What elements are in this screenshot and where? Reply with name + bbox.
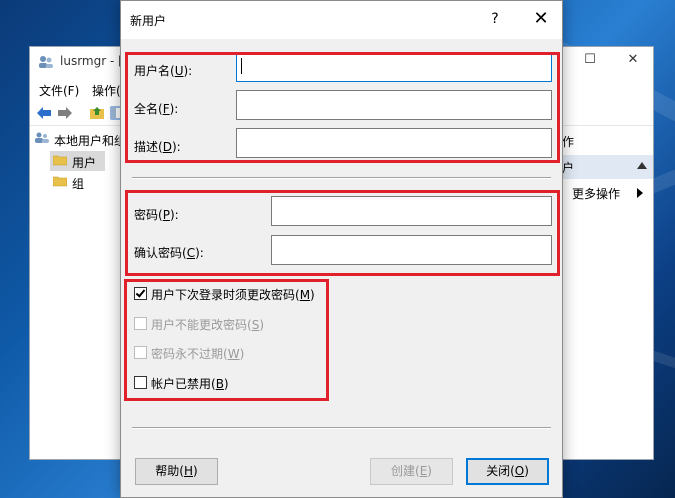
checkbox-label: 帐户已禁用(B) [151, 377, 229, 391]
tree-item-label: 组 [72, 177, 85, 191]
checkbox-account-disabled[interactable]: 帐户已禁用(B) [134, 374, 374, 392]
checkbox-box[interactable] [134, 346, 147, 359]
maximize-icon[interactable]: ☐ [583, 53, 597, 67]
password-input[interactable] [271, 196, 552, 226]
folder-icon [53, 155, 67, 166]
fullname-input[interactable] [236, 90, 552, 120]
dialog-titlebar: 新用户 ? ✕ [121, 1, 562, 39]
tree-item-groups[interactable]: 组 [50, 172, 105, 192]
checkbox-password-never-expires[interactable]: 密码永不过期(W) [134, 344, 374, 362]
actions-pane: 作 户 更多操作 [557, 129, 653, 459]
dialog-title: 新用户 [130, 14, 167, 28]
text-caret [241, 58, 242, 74]
checkbox-cannot-change-password[interactable]: 用户不能更改密码(S) [134, 315, 374, 333]
username-label: 用户名(U): [134, 64, 193, 78]
checkbox-box[interactable] [134, 376, 147, 389]
description-input[interactable] [236, 128, 552, 158]
checkbox-label: 密码永不过期(W) [151, 347, 245, 361]
checkbox-must-change-password[interactable]: 用户下次登录时须更改密码(M) [134, 285, 374, 303]
tree-root-label: 本地用户和组 [54, 134, 127, 148]
submenu-arrow-icon [637, 188, 643, 198]
navigation-tree: 本地用户和组 用户 组 [30, 129, 127, 459]
users-group-icon [35, 132, 49, 143]
checkbox-box[interactable] [134, 287, 147, 300]
close-icon[interactable]: ✕ [626, 53, 640, 67]
users-app-icon [39, 56, 53, 68]
confirm-password-label: 确认密码(C): [134, 246, 204, 260]
menu-action[interactable]: 操作( [92, 82, 121, 99]
separator [132, 427, 551, 429]
up-folder-icon[interactable] [89, 106, 105, 120]
checkbox-label: 用户不能更改密码(S) [151, 318, 264, 332]
more-actions-item[interactable]: 更多操作 [572, 185, 620, 202]
back-arrow-icon[interactable] [36, 106, 52, 120]
close-button[interactable]: 关闭(O) [466, 458, 549, 485]
close-icon[interactable]: ✕ [531, 9, 551, 29]
separator [132, 177, 551, 179]
fullname-label: 全名(F): [134, 102, 179, 116]
lusrmgr-title: lusrmgr - [ [60, 54, 123, 68]
collapse-up-icon [637, 162, 647, 169]
new-user-dialog: 新用户 ? ✕ 用户名(U): 全名(F): 描述(D): 密码(P): 确认密… [120, 0, 563, 498]
tree-item-label: 用户 [72, 156, 97, 170]
actions-section-users[interactable]: 户 [558, 155, 653, 179]
forward-arrow-icon[interactable] [57, 106, 73, 120]
help-question-icon[interactable]: ? [487, 11, 503, 27]
checkbox-box[interactable] [134, 317, 147, 330]
description-label: 描述(D): [134, 140, 181, 154]
actions-section-label: 户 [562, 161, 575, 175]
checkmark-icon [135, 287, 146, 298]
actions-header: 作 [562, 135, 575, 149]
username-input[interactable] [236, 52, 552, 82]
tree-item-users[interactable]: 用户 [50, 151, 105, 171]
create-button[interactable]: 创建(E) [370, 458, 453, 485]
checkbox-label: 用户下次登录时须更改密码(M) [151, 288, 315, 302]
tree-root[interactable]: 本地用户和组 [30, 129, 127, 149]
password-label: 密码(P): [134, 208, 179, 222]
confirm-password-input[interactable] [271, 235, 552, 265]
menu-file[interactable]: 文件(F) [39, 82, 79, 99]
folder-icon [53, 176, 67, 187]
help-button[interactable]: 帮助(H) [135, 458, 218, 485]
